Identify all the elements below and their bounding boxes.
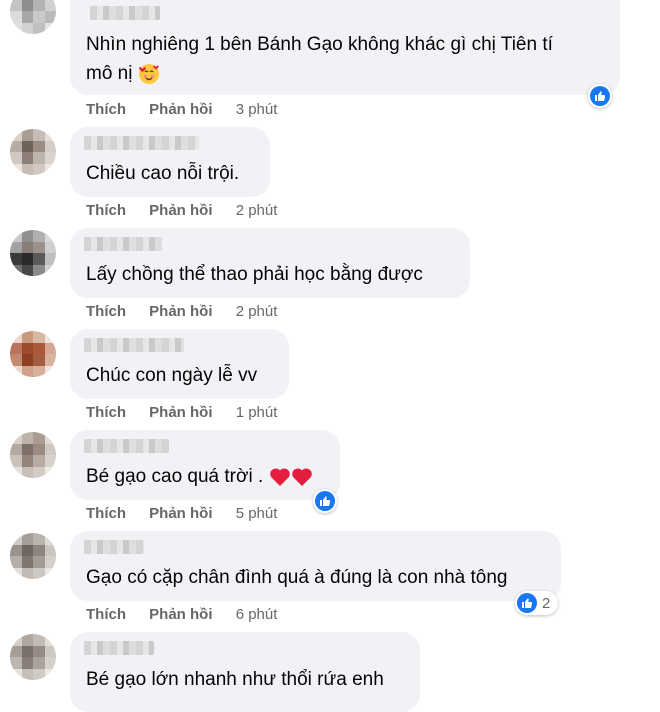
- comment-actions: Thích Phản hồi 5 phút: [86, 505, 277, 522]
- comment-bubble: Nhìn nghiêng 1 bên Bánh Gạo không khác g…: [70, 0, 620, 95]
- author-name-blurred[interactable]: [84, 540, 144, 554]
- like-link[interactable]: Thích: [86, 303, 126, 320]
- comment-actions: Thích Phản hồi 3 phút: [86, 101, 277, 118]
- smiling-face-with-hearts-icon: [138, 63, 159, 84]
- avatar[interactable]: [10, 129, 56, 175]
- comment-actions: Thích Phản hồi 2 phút: [86, 303, 277, 320]
- reaction-summary[interactable]: [588, 84, 612, 108]
- author-name-blurred[interactable]: [84, 439, 169, 453]
- author-name-blurred[interactable]: [84, 237, 162, 251]
- comment-bubble: Gạo có cặp chân đình quá à đúng là con n…: [70, 531, 561, 601]
- comment-actions: Thích Phản hồi 1 phút: [86, 404, 277, 421]
- comment-bubble: Bé gạo cao quá trời .: [70, 430, 340, 500]
- comment-text: Bé gạo cao quá trời .: [86, 463, 313, 491]
- like-icon: [315, 491, 335, 511]
- reply-link[interactable]: Phản hồi: [149, 404, 212, 421]
- comment-bubble: Bé gạo lớn nhanh như thổi rứa enh: [70, 632, 420, 712]
- like-icon: [517, 593, 537, 613]
- reply-link[interactable]: Phản hồi: [149, 505, 212, 522]
- reaction-summary[interactable]: [313, 489, 337, 513]
- reaction-count: 2: [542, 594, 551, 612]
- author-name-blurred[interactable]: [84, 338, 184, 352]
- reply-link[interactable]: Phản hồi: [149, 101, 212, 118]
- like-link[interactable]: Thích: [86, 202, 126, 219]
- timestamp[interactable]: 6 phút: [236, 606, 278, 623]
- avatar[interactable]: [10, 230, 56, 276]
- comment-text: Chúc con ngày lễ vv: [86, 365, 258, 386]
- comment-text-line: mô nị: [86, 60, 160, 88]
- author-name-blurred[interactable]: [90, 6, 160, 20]
- comment-text-line: Nhìn nghiêng 1 bên Bánh Gạo không khác g…: [86, 34, 553, 55]
- timestamp[interactable]: 2 phút: [236, 303, 278, 320]
- comment-bubble: Chiều cao nỗi trội.: [70, 127, 270, 197]
- comment-text: Gạo có cặp chân đình quá à đúng là con n…: [86, 567, 508, 588]
- author-name-blurred[interactable]: [84, 136, 199, 150]
- like-link[interactable]: Thích: [86, 101, 126, 118]
- comment-bubble: Chúc con ngày lễ vv: [70, 329, 289, 399]
- avatar[interactable]: [10, 0, 56, 34]
- comment-bubble: Lấy chồng thể thao phải học bằng được: [70, 228, 470, 298]
- comment-actions: Thích Phản hồi 2 phút: [86, 202, 277, 219]
- author-name-blurred[interactable]: [84, 641, 154, 655]
- like-link[interactable]: Thích: [86, 404, 126, 421]
- timestamp[interactable]: 5 phút: [236, 505, 278, 522]
- avatar[interactable]: [10, 533, 56, 579]
- reply-link[interactable]: Phản hồi: [149, 303, 212, 320]
- comment-text: Lấy chồng thể thao phải học bằng được: [86, 264, 423, 285]
- avatar[interactable]: [10, 432, 56, 478]
- timestamp[interactable]: 3 phút: [236, 101, 278, 118]
- like-icon: [590, 86, 610, 106]
- avatar[interactable]: [10, 634, 56, 680]
- timestamp[interactable]: 1 phút: [236, 404, 278, 421]
- avatar[interactable]: [10, 331, 56, 377]
- reply-link[interactable]: Phản hồi: [149, 202, 212, 219]
- like-link[interactable]: Thích: [86, 505, 126, 522]
- comment-actions: Thích Phản hồi 6 phút: [86, 606, 277, 623]
- red-heart-icon: [269, 468, 290, 486]
- reaction-summary[interactable]: 2: [515, 591, 559, 615]
- comment-text: Chiều cao nỗi trội.: [86, 163, 240, 184]
- like-link[interactable]: Thích: [86, 606, 126, 623]
- comment-text: Bé gạo lớn nhanh như thổi rứa enh: [86, 669, 384, 690]
- timestamp[interactable]: 2 phút: [236, 202, 278, 219]
- red-heart-icon: [291, 468, 312, 486]
- reply-link[interactable]: Phản hồi: [149, 606, 212, 623]
